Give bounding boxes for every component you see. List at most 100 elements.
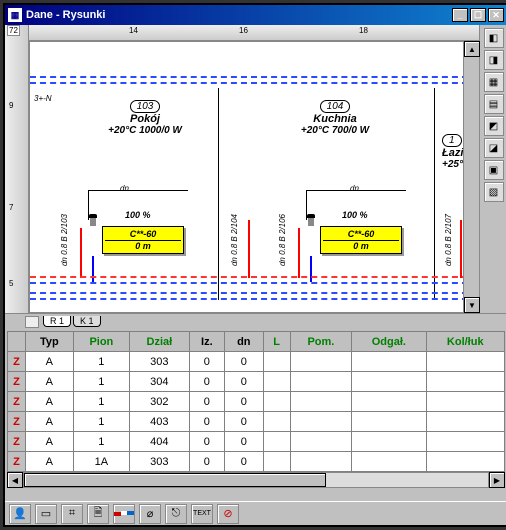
cell-typ[interactable]: A	[26, 452, 74, 472]
cell-dzial[interactable]: 304	[130, 372, 190, 392]
cell-dzial[interactable]: 303	[130, 352, 190, 372]
table[interactable]: Typ Pion Dział Iz. dn L Pom. Odgał. Kol/…	[7, 331, 505, 472]
scroll-up-button[interactable]: ▲	[464, 41, 480, 57]
stop-icon[interactable]: ⊘	[217, 504, 239, 524]
tool-icon[interactable]: ◧	[484, 28, 504, 48]
cell-dn[interactable]: 0	[225, 432, 264, 452]
sheet-tab-active[interactable]: R 1	[43, 316, 71, 327]
table-row[interactable]: ZA140300	[8, 412, 505, 432]
col-pion[interactable]: Pion	[73, 332, 129, 352]
cell-dzial[interactable]: 403	[130, 412, 190, 432]
cell-iz[interactable]: 0	[189, 352, 224, 372]
cell-dn[interactable]: 0	[225, 452, 264, 472]
cell-dn[interactable]: 0	[225, 412, 264, 432]
cell-pom[interactable]	[290, 432, 352, 452]
scroll-track[interactable]	[23, 472, 489, 488]
minimize-button[interactable]: _	[452, 8, 468, 22]
cell-typ[interactable]: A	[26, 352, 74, 372]
person-icon[interactable]: 👤	[9, 504, 31, 524]
form-icon[interactable]: ▭	[35, 504, 57, 524]
sheet-tab[interactable]: K 1	[73, 316, 101, 327]
scroll-down-button[interactable]: ▼	[464, 297, 480, 313]
radiator[interactable]: C**-60 0 m	[320, 226, 402, 254]
col-iz[interactable]: Iz.	[189, 332, 224, 352]
cell-iz[interactable]: 0	[189, 452, 224, 472]
cell-dn[interactable]: 0	[225, 352, 264, 372]
cell-pion[interactable]: 1	[73, 352, 129, 372]
cell-pom[interactable]	[290, 352, 352, 372]
cell-pom[interactable]	[290, 412, 352, 432]
cell-pion[interactable]: 1	[73, 392, 129, 412]
cell-pom[interactable]	[290, 372, 352, 392]
cell-iz[interactable]: 0	[189, 392, 224, 412]
cell-pion[interactable]: 1	[73, 432, 129, 452]
cell-pion[interactable]: 1	[73, 412, 129, 432]
cell-typ[interactable]: A	[26, 372, 74, 392]
cell-kol[interactable]	[426, 372, 505, 392]
cell-l[interactable]	[263, 352, 290, 372]
cell-typ[interactable]: A	[26, 412, 74, 432]
cell-kol[interactable]	[426, 352, 505, 372]
tool-icon[interactable]: ◨	[484, 50, 504, 70]
cell-l[interactable]	[263, 392, 290, 412]
col-pom[interactable]: Pom.	[290, 332, 352, 352]
cell-dzial[interactable]: 303	[130, 452, 190, 472]
cell-dzial[interactable]: 302	[130, 392, 190, 412]
cell-l[interactable]	[263, 372, 290, 392]
table-row[interactable]: ZA130200	[8, 392, 505, 412]
cell-pom[interactable]	[290, 452, 352, 472]
cell-kol[interactable]	[426, 452, 505, 472]
tool-icon[interactable]: ▦	[484, 72, 504, 92]
cell-odgal[interactable]	[352, 352, 426, 372]
cell-kol[interactable]	[426, 412, 505, 432]
cell-l[interactable]	[263, 452, 290, 472]
cell-iz[interactable]: 0	[189, 412, 224, 432]
cell-l[interactable]	[263, 432, 290, 452]
scroll-thumb[interactable]	[24, 473, 326, 487]
valve-icon[interactable]: ⌀	[139, 504, 161, 524]
tool-icon[interactable]: ▣	[484, 160, 504, 180]
cell-kol[interactable]	[426, 392, 505, 412]
tool-icon[interactable]: ◪	[484, 138, 504, 158]
cell-odgal[interactable]	[352, 412, 426, 432]
cell-pion[interactable]: 1A	[73, 452, 129, 472]
cell-iz[interactable]: 0	[189, 372, 224, 392]
valve2-icon[interactable]: ⎋	[165, 504, 187, 524]
close-button[interactable]: ✕	[488, 8, 504, 22]
cell-l[interactable]	[263, 412, 290, 432]
scroll-right-button[interactable]: ▶	[489, 472, 505, 488]
text-icon[interactable]: TEXT	[191, 504, 213, 524]
cell-odgal[interactable]	[352, 392, 426, 412]
horizontal-scrollbar[interactable]: ◀ ▶	[7, 472, 505, 488]
calc-icon[interactable]: ⌗	[61, 504, 83, 524]
scroll-left-button[interactable]: ◀	[7, 472, 23, 488]
cell-dzial[interactable]: 404	[130, 432, 190, 452]
table-row[interactable]: ZA1A30300	[8, 452, 505, 472]
cell-odgal[interactable]	[352, 432, 426, 452]
col-odgal[interactable]: Odgał.	[352, 332, 426, 352]
table-row[interactable]: ZA130400	[8, 372, 505, 392]
vertical-scrollbar[interactable]: ▲ ▼	[463, 41, 479, 313]
tool-icon[interactable]: ▧	[484, 182, 504, 202]
cell-kol[interactable]	[426, 432, 505, 452]
cell-odgal[interactable]	[352, 452, 426, 472]
table-row[interactable]: ZA140400	[8, 432, 505, 452]
drawing-canvas[interactable]: 3+-N 103 Pokój +20°C 1000/0 W 104	[29, 41, 479, 313]
doc-icon[interactable]: 🗎	[87, 504, 109, 524]
col-typ[interactable]: Typ	[26, 332, 74, 352]
col-dzial[interactable]: Dział	[130, 332, 190, 352]
maximize-button[interactable]: ☐	[470, 8, 486, 22]
cell-typ[interactable]: A	[26, 432, 74, 452]
col-dn[interactable]: dn	[225, 332, 264, 352]
radiator[interactable]: C**-60 0 m	[102, 226, 184, 254]
col-kol[interactable]: Kol/łuk	[426, 332, 505, 352]
col-l[interactable]: L	[263, 332, 290, 352]
cell-dn[interactable]: 0	[225, 392, 264, 412]
flag-icon[interactable]	[113, 504, 135, 524]
cell-typ[interactable]: A	[26, 392, 74, 412]
cell-iz[interactable]: 0	[189, 432, 224, 452]
cell-dn[interactable]: 0	[225, 372, 264, 392]
cell-odgal[interactable]	[352, 372, 426, 392]
tool-icon[interactable]: ◩	[484, 116, 504, 136]
table-row[interactable]: ZA130300	[8, 352, 505, 372]
